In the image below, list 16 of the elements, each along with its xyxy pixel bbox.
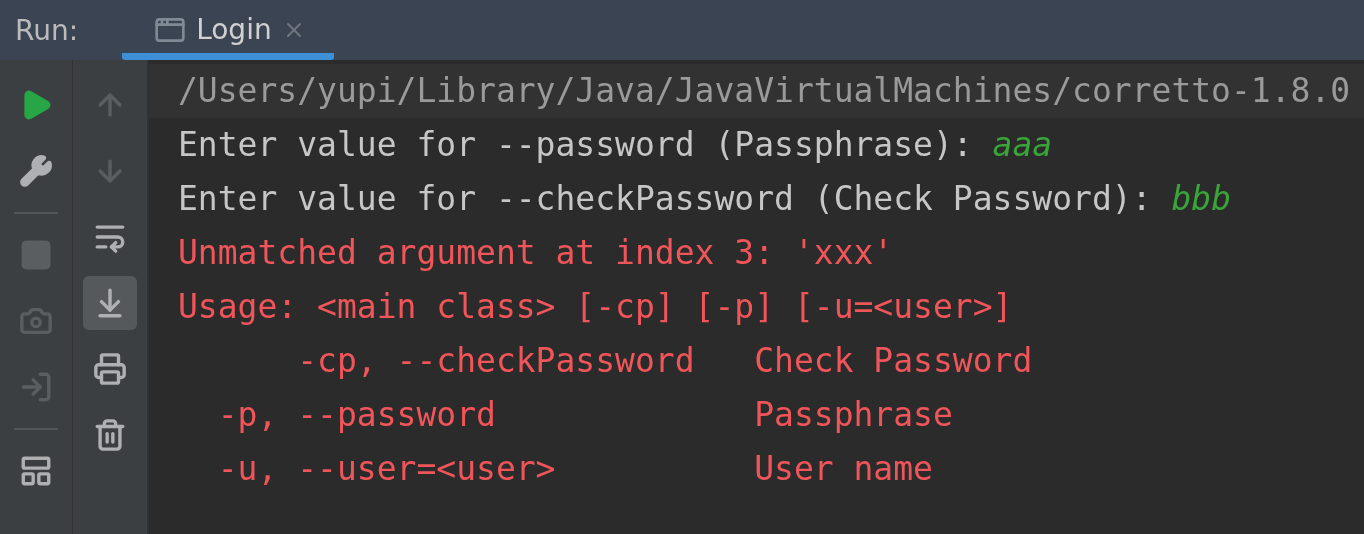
console-line: Enter value for --checkPassword (Check Password): — [178, 179, 1153, 218]
run-label: Run: — [15, 13, 79, 47]
trash-icon[interactable] — [93, 418, 127, 452]
console-line: Usage: <main class> [-cp] [-p] [-u=<user>] — [178, 287, 1013, 326]
console-line: Unmatched argument at index 3: 'xxx' — [178, 233, 894, 272]
console-line: -cp, --checkPassword Check Password — [296, 341, 1033, 380]
layout-icon[interactable] — [19, 454, 53, 488]
console-line: -p, --password Passphrase — [216, 395, 953, 434]
printer-icon[interactable] — [93, 352, 127, 386]
typed-text: bbb — [1171, 179, 1231, 218]
console-line: Enter value for --password (Passphrase): — [178, 125, 974, 164]
typed-text: aaa — [992, 125, 1053, 164]
console-line: -u, --user=<user> User name — [216, 449, 933, 488]
console-line: /Users/yupi/Library/Java/JavaVirtualMachines/corretto-1.8.0 — [178, 71, 1351, 110]
toolbar-button[interactable] — [83, 276, 137, 330]
wrench-icon[interactable] — [19, 154, 53, 188]
